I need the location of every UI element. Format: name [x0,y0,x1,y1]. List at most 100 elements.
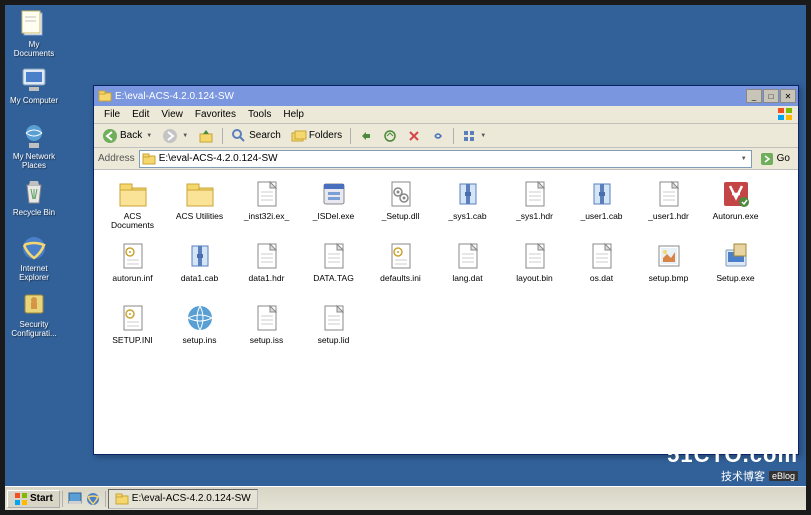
close-button[interactable]: ✕ [780,89,796,103]
explorer-window: E:\eval-ACS-4.2.0.124-SW _ □ ✕ FileEditV… [93,85,799,455]
file-item[interactable]: ACSDocuments [100,176,165,236]
file-item[interactable]: _sys1.cab [435,176,500,236]
my-network-places[interactable]: My NetworkPlaces [9,121,59,171]
file-item[interactable]: setup.bmp [636,238,701,298]
undo-button[interactable] [427,127,449,145]
file-icon [519,178,551,210]
windows-flag-icon [776,106,796,123]
show-desktop-icon[interactable] [67,491,83,507]
network-icon [19,121,49,151]
file-item[interactable]: defaults.ini [368,238,433,298]
security-config[interactable]: SecurityConfigurati... [9,289,59,339]
file-item[interactable]: setup.ins [167,300,232,360]
file-icon [586,240,618,272]
file-item[interactable]: setup.iss [234,300,299,360]
go-icon [760,152,774,166]
file-item[interactable]: Autorun.exe [703,176,768,236]
taskbar-item[interactable]: E:\eval-ACS-4.2.0.124-SW [108,489,258,509]
file-icon [318,302,350,334]
file-icon [251,302,283,334]
recycle-bin[interactable]: Recycle Bin [9,177,59,227]
file-item[interactable]: lang.dat [435,238,500,298]
ie-icon[interactable] [85,491,101,507]
file-item[interactable]: autorun.inf [100,238,165,298]
dropdown-icon[interactable]: ▼ [480,133,486,139]
file-item[interactable]: _inst32i.ex_ [234,176,299,236]
nav-icon-1[interactable] [355,127,377,145]
dll-icon [385,178,417,210]
inf-icon [385,240,417,272]
nav-icon-2[interactable] [379,127,401,145]
start-button[interactable]: Start [7,490,60,508]
address-dropdown[interactable]: ▼ [739,156,749,162]
go-button[interactable]: Go [756,151,794,167]
exe-icon [318,178,350,210]
inf-icon [117,240,149,272]
autorun-icon [720,178,752,210]
folder-icon [117,178,149,210]
file-item[interactable]: layout.bin [502,238,567,298]
views-button[interactable]: ▼ [458,127,490,145]
up-icon [198,128,214,144]
menu-file[interactable]: File [98,108,126,121]
file-item[interactable]: _Setup.dll [368,176,433,236]
up-button[interactable] [194,126,218,146]
file-item[interactable]: _user1.hdr [636,176,701,236]
titlebar[interactable]: E:\eval-ACS-4.2.0.124-SW _ □ ✕ [94,86,798,106]
address-label: Address [98,153,135,164]
back-button[interactable]: Back ▼ [98,126,156,146]
folder-icon [184,178,216,210]
window-buttons: _ □ ✕ [746,89,796,103]
internet-explorer[interactable]: InternetExplorer [9,233,59,283]
setup-icon [720,240,752,272]
file-icon [452,240,484,272]
cab-icon [452,178,484,210]
file-item[interactable]: SETUP.INI [100,300,165,360]
file-icon [251,240,283,272]
file-item[interactable]: DATA.TAG [301,238,366,298]
address-input[interactable]: E:\eval-ACS-4.2.0.124-SW ▼ [139,150,752,168]
forward-button[interactable]: ▼ [158,126,192,146]
menu-favorites[interactable]: Favorites [189,108,242,121]
watermark: 51CTO.com 技术博客 eBlog [667,442,798,484]
bmp-icon [653,240,685,272]
file-item[interactable]: Setup.exe [703,238,768,298]
desktop: My Documents My Computer My NetworkPlaces R… [5,5,806,510]
dropdown-icon[interactable]: ▼ [182,133,188,139]
file-list[interactable]: ACSDocumentsACS Utilities_inst32i.ex__IS… [94,170,798,454]
menu-tools[interactable]: Tools [242,108,277,121]
folders-button[interactable]: Folders [287,126,346,146]
search-button[interactable]: Search [227,126,285,146]
file-item[interactable]: data1.hdr [234,238,299,298]
file-item[interactable]: ACS Utilities [167,176,232,236]
folder-icon [115,492,129,506]
my-computer[interactable]: My Computer [9,65,59,115]
quick-launch [62,491,106,507]
file-item[interactable]: _sys1.hdr [502,176,567,236]
file-item[interactable]: _ISDel.exe [301,176,366,236]
file-icon [251,178,283,210]
minimize-button[interactable]: _ [746,89,762,103]
file-item[interactable]: _user1.cab [569,176,634,236]
delete-button[interactable] [403,127,425,145]
folder-icon [142,152,156,166]
back-icon [102,128,118,144]
ie-icon [19,233,49,263]
menu-help[interactable]: Help [277,108,310,121]
file-item[interactable]: setup.lid [301,300,366,360]
file-item[interactable]: data1.cab [167,238,232,298]
desktop-icons-column: My Documents My Computer My NetworkPlaces R… [9,9,59,339]
maximize-button[interactable]: □ [763,89,779,103]
taskbar: Start E:\eval-ACS-4.2.0.124-SW [5,486,806,510]
cab-icon [586,178,618,210]
dropdown-icon[interactable]: ▼ [146,133,152,139]
cab-icon [184,240,216,272]
file-item[interactable]: os.dat [569,238,634,298]
toolbar: Back ▼ ▼ Search Folders [94,124,798,148]
file-icon [318,240,350,272]
menu-view[interactable]: View [155,108,189,121]
my-documents[interactable]: My Documents [9,9,59,59]
docs-icon [19,9,49,39]
menu-edit[interactable]: Edit [126,108,155,121]
folders-icon [291,128,307,144]
